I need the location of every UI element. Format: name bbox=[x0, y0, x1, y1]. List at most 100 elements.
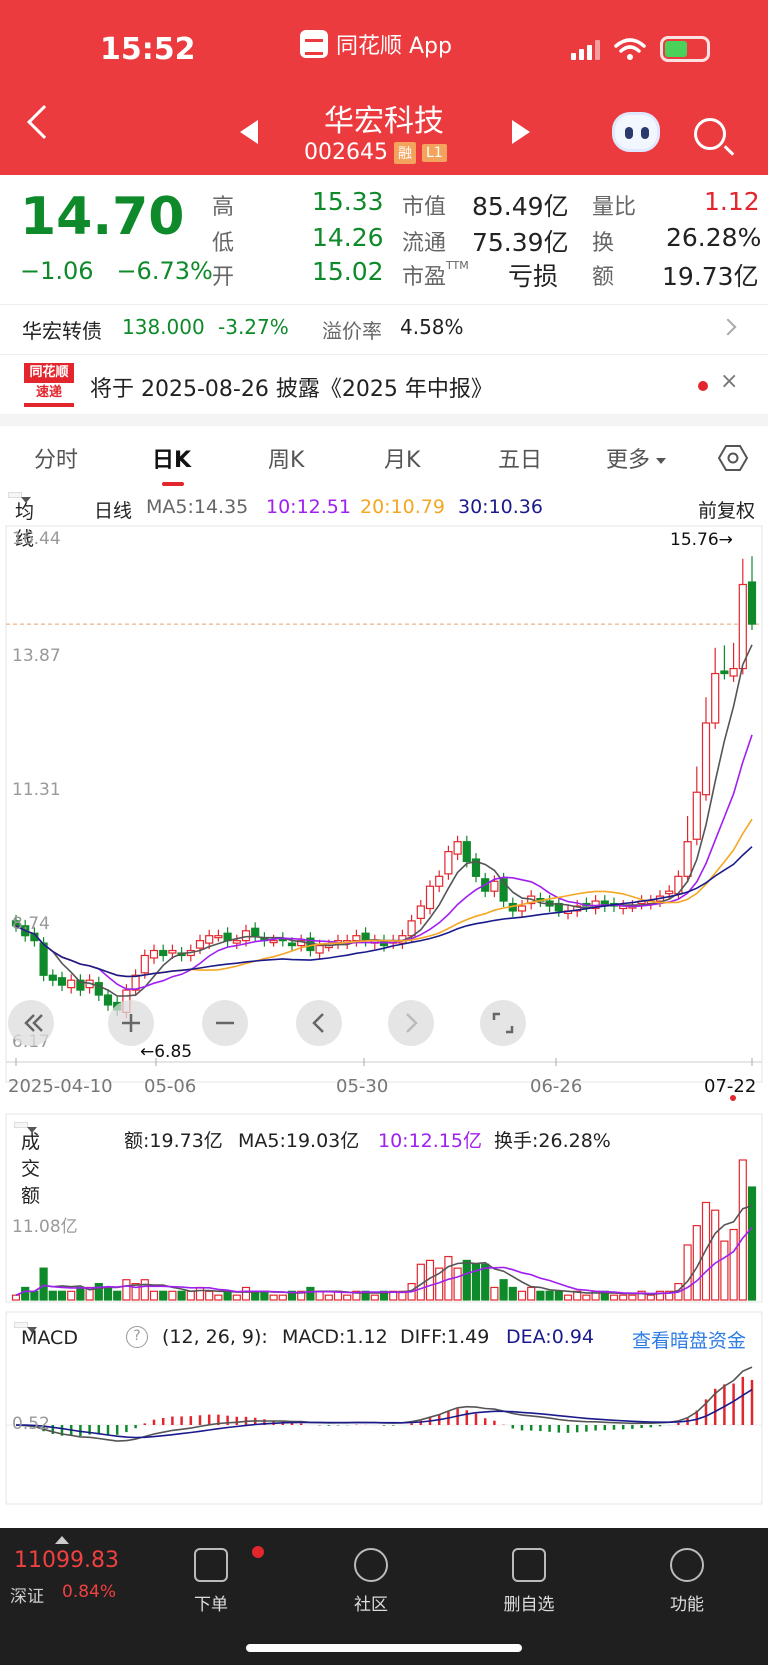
high-marker: 15.76→ bbox=[670, 530, 733, 550]
order-button[interactable]: 下单 bbox=[166, 1538, 264, 1615]
volume-bar bbox=[177, 1290, 186, 1301]
volume-bar bbox=[94, 1282, 103, 1301]
volume-ma5: MA5:19.03亿 bbox=[238, 1130, 360, 1152]
scroll-left-icon[interactable] bbox=[296, 1000, 342, 1046]
volume-bar bbox=[527, 1286, 536, 1301]
volume-bar bbox=[241, 1286, 251, 1301]
minus-box-icon bbox=[512, 1548, 546, 1582]
candle-body bbox=[315, 944, 324, 954]
dark-pool-link[interactable]: 查看暗盘资金 bbox=[632, 1326, 746, 1353]
candle-body bbox=[205, 935, 214, 944]
index-pct: 0.84% bbox=[62, 1582, 117, 1602]
candle-body bbox=[140, 954, 149, 974]
candle-body bbox=[214, 935, 223, 939]
candle-body bbox=[444, 851, 453, 875]
volume-bar bbox=[186, 1290, 195, 1301]
community-button[interactable]: 社区 bbox=[326, 1538, 416, 1615]
macd-params: (12, 26, 9): bbox=[162, 1326, 268, 1348]
candle-body bbox=[416, 905, 425, 919]
macd-y-label: 0.52 bbox=[12, 1414, 50, 1434]
candle-body bbox=[57, 977, 67, 986]
volume-bar bbox=[453, 1267, 462, 1301]
volume-bar bbox=[39, 1267, 48, 1301]
volume-bar bbox=[30, 1290, 39, 1301]
volume-bar bbox=[168, 1290, 177, 1301]
candle-body bbox=[453, 841, 462, 855]
volume-bar bbox=[582, 1294, 591, 1301]
candle-body bbox=[738, 583, 747, 670]
help-icon[interactable]: ? bbox=[126, 1326, 148, 1348]
kline-frame bbox=[5, 525, 763, 1083]
volume-bar bbox=[57, 1290, 67, 1301]
volume-bar bbox=[324, 1294, 333, 1301]
candle-body bbox=[48, 974, 57, 981]
date-label-3: 05-30 bbox=[336, 1076, 389, 1097]
volume-bar bbox=[159, 1290, 168, 1301]
volume-amount: 额:19.73亿 bbox=[124, 1130, 223, 1152]
y-label-4: 8.74 bbox=[12, 914, 50, 934]
volume-bar bbox=[738, 1159, 747, 1301]
volume-bar bbox=[720, 1240, 729, 1301]
volume-bar bbox=[278, 1294, 287, 1301]
volume-bar bbox=[683, 1244, 692, 1301]
index-value[interactable]: 11099.83 bbox=[14, 1548, 119, 1573]
zoom-in-icon[interactable] bbox=[108, 1000, 154, 1046]
candle-body bbox=[747, 581, 757, 625]
date-label-5: 07-22 bbox=[704, 1076, 757, 1097]
ma30-line bbox=[15, 846, 753, 978]
fullscreen-icon[interactable] bbox=[480, 1000, 526, 1046]
volume-bar bbox=[711, 1209, 720, 1301]
volume-bar bbox=[315, 1290, 324, 1301]
volume-ma10: 10:12.15亿 bbox=[378, 1130, 482, 1152]
volume-bar bbox=[11, 1294, 21, 1301]
volume-turnover: 换手:26.28% bbox=[494, 1130, 611, 1152]
volume-bar bbox=[508, 1286, 517, 1301]
volume-bar bbox=[646, 1294, 655, 1301]
kline-chart[interactable] bbox=[0, 0, 768, 1528]
candle-body bbox=[425, 885, 435, 910]
volume-bar bbox=[122, 1279, 131, 1301]
order-icon bbox=[194, 1546, 264, 1582]
macd-value: MACD:1.12 bbox=[282, 1326, 388, 1348]
volume-bar bbox=[306, 1286, 315, 1301]
volume-bar bbox=[260, 1290, 269, 1301]
candle-body bbox=[407, 920, 416, 937]
volume-bar bbox=[517, 1290, 527, 1301]
volume-y-label: 11.08亿 bbox=[12, 1217, 78, 1237]
volume-bar bbox=[554, 1290, 563, 1301]
candle-body bbox=[711, 672, 720, 724]
volume-bar bbox=[21, 1286, 30, 1301]
candle-body bbox=[729, 667, 738, 677]
volume-bar bbox=[113, 1290, 122, 1301]
candle-body bbox=[435, 875, 444, 887]
dea-value: DEA:0.94 bbox=[506, 1326, 595, 1348]
macd-indicator-select[interactable]: MACD bbox=[14, 1322, 78, 1349]
volume-indicator-select[interactable]: 成交额 bbox=[14, 1122, 40, 1207]
volume-bar bbox=[536, 1290, 545, 1301]
candle-body bbox=[701, 722, 711, 796]
volume-bar bbox=[729, 1228, 738, 1301]
functions-button[interactable]: 功能 bbox=[642, 1538, 732, 1615]
volume-bar bbox=[103, 1286, 113, 1301]
date-label-1: 2025-04-10 bbox=[8, 1076, 113, 1097]
menu-icon bbox=[670, 1548, 704, 1582]
expand-up-icon[interactable] bbox=[55, 1536, 69, 1544]
collapse-icon[interactable] bbox=[8, 1000, 54, 1046]
candle-body bbox=[39, 942, 48, 976]
date-label-2: 05-06 bbox=[144, 1076, 197, 1097]
candle-body bbox=[462, 841, 471, 863]
volume-bar bbox=[48, 1290, 57, 1301]
remove-watchlist-button[interactable]: 删自选 bbox=[484, 1538, 574, 1615]
volume-bar bbox=[499, 1279, 508, 1301]
candle-body bbox=[67, 979, 76, 989]
zoom-out-icon[interactable] bbox=[202, 1000, 248, 1046]
candle-body bbox=[287, 942, 297, 947]
scroll-right-icon[interactable] bbox=[388, 1000, 434, 1046]
candle-body bbox=[692, 791, 701, 840]
candle-body bbox=[352, 935, 361, 942]
home-indicator[interactable] bbox=[246, 1644, 522, 1652]
volume-bar bbox=[214, 1294, 223, 1301]
volume-bar bbox=[370, 1294, 379, 1301]
candle-body bbox=[195, 940, 205, 949]
candle-body bbox=[241, 930, 251, 942]
